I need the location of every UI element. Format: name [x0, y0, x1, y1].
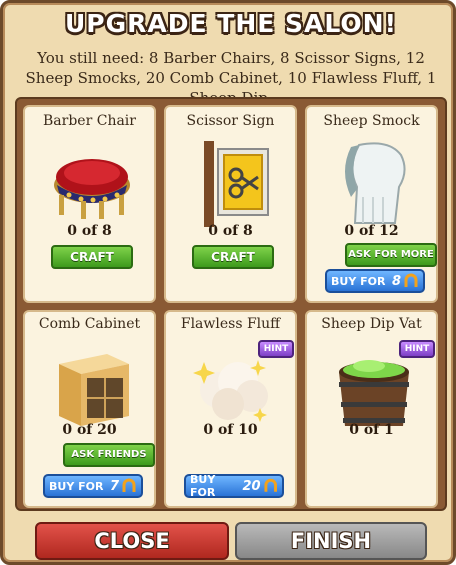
craft-button[interactable]: CRAFT	[192, 245, 274, 269]
item-name: Comb Cabinet	[38, 316, 141, 332]
item-name: Barber Chair	[43, 113, 136, 129]
item-progress: 0 of 10	[203, 422, 258, 438]
ask-for-more-button[interactable]: ASK FOR MORE	[345, 243, 437, 267]
item-card-comb-cabinet: Comb Cabinet 0 of 20 ASK FRIENDS BUY FOR…	[23, 310, 156, 508]
item-name: Scissor Sign	[186, 113, 275, 129]
item-name: Flawless Fluff	[180, 316, 281, 332]
horseshoe-icon	[404, 273, 418, 287]
items-board: Barber Chair 0 of 8 CRAFT Scissor Sign 0…	[15, 97, 447, 511]
craft-button[interactable]: CRAFT	[51, 245, 133, 269]
finish-button[interactable]: FINISH	[235, 522, 427, 560]
buy-label: BUY FOR	[49, 479, 104, 493]
sheep-smock-icon	[345, 142, 406, 224]
buy-button[interactable]: BUY FOR 20	[184, 473, 284, 499]
item-card-sheep-smock: Sheep Smock 0 of 12 ASK FOR MORE BUY FOR…	[305, 105, 438, 303]
item-progress: 0 of 12	[344, 223, 399, 239]
buy-price: 7	[109, 478, 119, 494]
buy-label: BUY FOR	[331, 274, 386, 288]
scissor-sign-icon	[204, 141, 269, 227]
item-card-barber-chair: Barber Chair 0 of 8 CRAFT	[23, 105, 156, 303]
item-name: Sheep Smock	[323, 113, 420, 129]
sheep-dip-vat-icon	[339, 360, 409, 426]
dialog-title: UPGRADE THE SALON!	[64, 9, 397, 38]
item-progress: 0 of 8	[67, 223, 112, 239]
barber-chair-icon	[54, 159, 130, 219]
item-name: Sheep Dip Vat	[321, 316, 422, 332]
buy-button[interactable]: BUY FOR 8	[325, 269, 425, 293]
horseshoe-icon	[122, 478, 136, 492]
comb-cabinet-icon	[59, 354, 129, 426]
item-progress: 0 of 20	[62, 422, 117, 438]
buy-price: 20	[242, 478, 261, 494]
item-card-flawless-fluff: Flawless Fluff HINT 0 of 10 BUY FOR 20	[164, 310, 297, 508]
upgrade-dialog: UPGRADE THE SALON! You still need: 8 Bar…	[0, 0, 456, 565]
item-progress: 0 of 1	[349, 422, 394, 438]
horseshoe-icon	[264, 478, 277, 492]
item-progress: 0 of 8	[208, 223, 253, 239]
flawless-fluff-icon	[193, 360, 268, 422]
buy-label: BUY FOR	[190, 473, 216, 499]
buy-button[interactable]: BUY FOR 7	[43, 474, 143, 498]
buy-price: 8	[391, 273, 401, 289]
item-card-scissor-sign: Scissor Sign 0 of 8 CRAFT	[164, 105, 297, 303]
item-card-sheep-dip-vat: Sheep Dip Vat HINT 0 of 1	[305, 310, 438, 508]
ask-friends-button[interactable]: ASK FRIENDS	[63, 443, 155, 467]
close-button[interactable]: CLOSE	[35, 522, 229, 560]
